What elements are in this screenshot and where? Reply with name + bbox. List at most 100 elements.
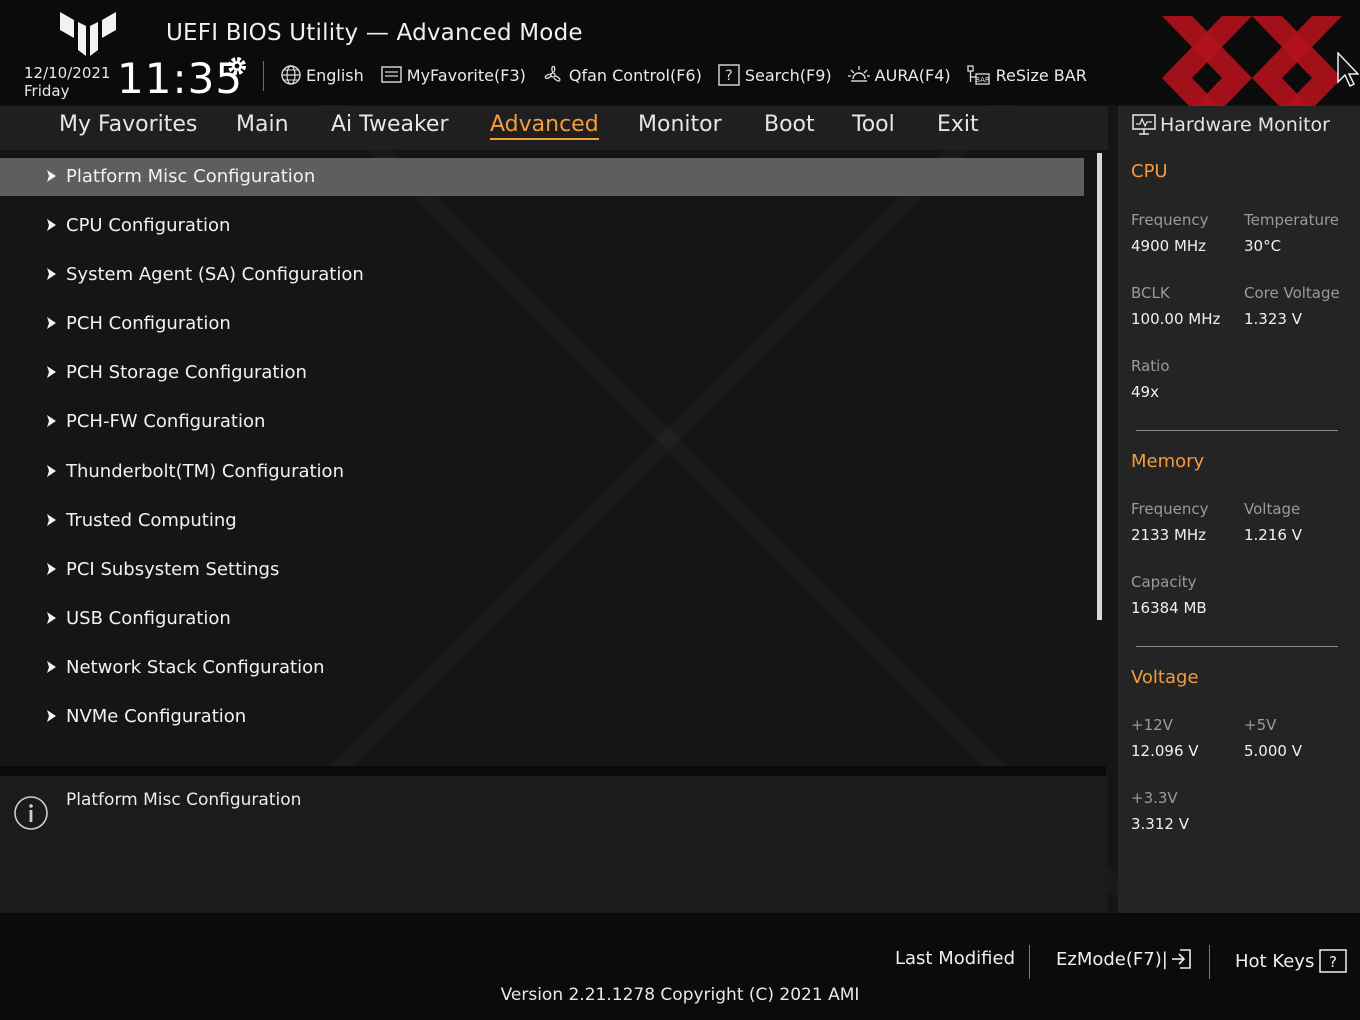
chevron-right-icon [47,415,56,428]
chevron-right-icon [47,562,56,575]
hot-keys-label: Hot Keys [1235,950,1315,972]
menu-item-label: CPU Configuration [66,215,231,237]
aura-light-icon [847,66,870,82]
hot-keys-button[interactable]: Hot Keys ? [1235,948,1348,974]
resize-bar-icon: BAR [966,65,990,85]
v5-label: +5V [1244,716,1277,734]
bclk-value: 100.00 MHz [1131,310,1221,328]
footer-divider [1209,945,1210,979]
search-button[interactable]: ? Search(F9) [717,63,832,87]
myfavorite-button[interactable]: MyFavorite(F3) [379,65,526,85]
tab-main[interactable]: Main [236,112,289,137]
cpu-frequency-value: 4900 MHz [1131,237,1207,255]
last-modified-label: Last Modified [895,948,1016,969]
mouse-cursor-icon [1337,52,1359,88]
menu-item-system-agent[interactable]: System Agent (SA) Configuration [0,256,1084,305]
search-label: Search(F9) [744,65,832,85]
chevron-right-icon [47,464,56,477]
tab-ai-tweaker[interactable]: Ai Tweaker [331,112,449,137]
chevron-right-icon [47,317,56,330]
ezmode-button[interactable]: EzMode(F7)| [1056,948,1194,970]
menu-item-network-stack[interactable]: Network Stack Configuration [0,649,1084,698]
aura-button[interactable]: AURA(F4) [847,63,951,87]
favorite-icon [381,66,402,83]
svg-text:?: ? [1329,953,1337,971]
menu-item-label: USB Configuration [66,607,231,629]
voltage-section-heading: Voltage [1131,667,1199,688]
app-title: UEFI BIOS Utility — Advanced Mode [166,20,583,46]
header-toolbar: English MyFavorite(F3) Qfan Control(F6) … [280,62,1102,88]
memory-voltage-value: 1.216 V [1244,526,1302,544]
menu-item-nvme[interactable]: NVMe Configuration [0,698,1084,747]
cpu-frequency-label: Frequency [1131,211,1209,229]
last-modified-button[interactable]: Last Modified [895,948,1015,969]
menu-item-trusted-computing[interactable]: Trusted Computing [0,502,1084,551]
help-description: Platform Misc Configuration [66,790,302,810]
monitor-icon [1132,114,1156,135]
menu-item-cpu[interactable]: CPU Configuration [0,207,1084,256]
footer-divider [1029,945,1030,979]
menu-item-platform-misc[interactable]: Platform Misc Configuration [0,158,1084,207]
search-help-icon: ? [718,64,740,86]
resize-bar-button[interactable]: BAR ReSize BAR [966,63,1087,87]
hw-divider [1136,430,1338,431]
tab-boot[interactable]: Boot [764,112,815,137]
chevron-right-icon [47,710,56,723]
chevron-right-icon [47,366,56,379]
chevron-right-icon [47,170,56,182]
day-display: Friday [24,82,70,100]
menu-item-label: Platform Misc Configuration [66,166,316,187]
language-button[interactable]: English [280,64,364,86]
menu-item-label: NVMe Configuration [66,706,247,728]
help-divider [0,766,1106,776]
svg-text:?: ? [725,68,732,84]
exit-arrow-icon [1171,949,1191,969]
tab-tool[interactable]: Tool [852,112,895,137]
menu-item-pch-storage[interactable]: PCH Storage Configuration [0,354,1084,403]
tab-advanced[interactable]: Advanced [490,112,599,140]
hw-divider [1136,646,1338,647]
tab-exit[interactable]: Exit [937,112,979,137]
ratio-label: Ratio [1131,357,1170,375]
v12-label: +12V [1131,716,1173,734]
tab-monitor[interactable]: Monitor [638,112,722,137]
svg-text:BAR: BAR [975,76,990,84]
ratio-value: 49x [1131,383,1159,401]
menu-item-thunderbolt[interactable]: Thunderbolt(TM) Configuration [0,453,1084,502]
memory-voltage-label: Voltage [1244,500,1301,518]
chevron-right-icon [47,513,56,526]
cpu-temperature-value: 30°C [1244,237,1282,255]
help-question-icon: ? [1319,949,1348,973]
menu-item-label: PCH Storage Configuration [66,362,307,384]
menu-item-usb[interactable]: USB Configuration [0,600,1084,649]
chevron-right-icon [47,611,56,624]
capacity-value: 16384 MB [1131,599,1207,617]
resize-bar-label: ReSize BAR [995,65,1087,85]
chevron-right-icon [47,219,56,232]
fan-icon [544,65,561,82]
menu-item-pci-subsystem[interactable]: PCI Subsystem Settings [0,551,1084,600]
bclk-label: BCLK [1131,284,1170,302]
menu-item-pch-fw[interactable]: PCH-FW Configuration [0,403,1084,452]
v33-label: +3.3V [1131,789,1178,807]
version-text: Version 2.21.1278 Copyright (C) 2021 AMI [500,985,860,1005]
advanced-menu-list: Platform Misc Configuration CPU Configur… [0,158,1084,747]
menu-item-label: Trusted Computing [66,509,237,531]
myfavorite-label: MyFavorite(F3) [406,65,526,85]
tab-my-favorites[interactable]: My Favorites [59,112,197,137]
globe-icon [281,65,301,85]
info-icon [14,796,48,830]
chevron-right-icon [47,268,56,281]
tuf-logo-icon [60,12,116,56]
qfan-control-label: Qfan Control(F6) [568,65,702,85]
cpu-temperature-label: Temperature [1244,211,1340,229]
menu-scrollbar[interactable] [1097,153,1102,620]
qfan-control-button[interactable]: Qfan Control(F6) [541,63,702,87]
menu-item-pch[interactable]: PCH Configuration [0,305,1084,354]
date-display: 12/10/2021 [24,64,111,82]
v5-value: 5.000 V [1244,742,1302,760]
header-divider [263,61,264,91]
gear-icon[interactable] [225,54,249,78]
core-voltage-value: 1.323 V [1244,310,1302,328]
memory-section-heading: Memory [1131,451,1205,472]
